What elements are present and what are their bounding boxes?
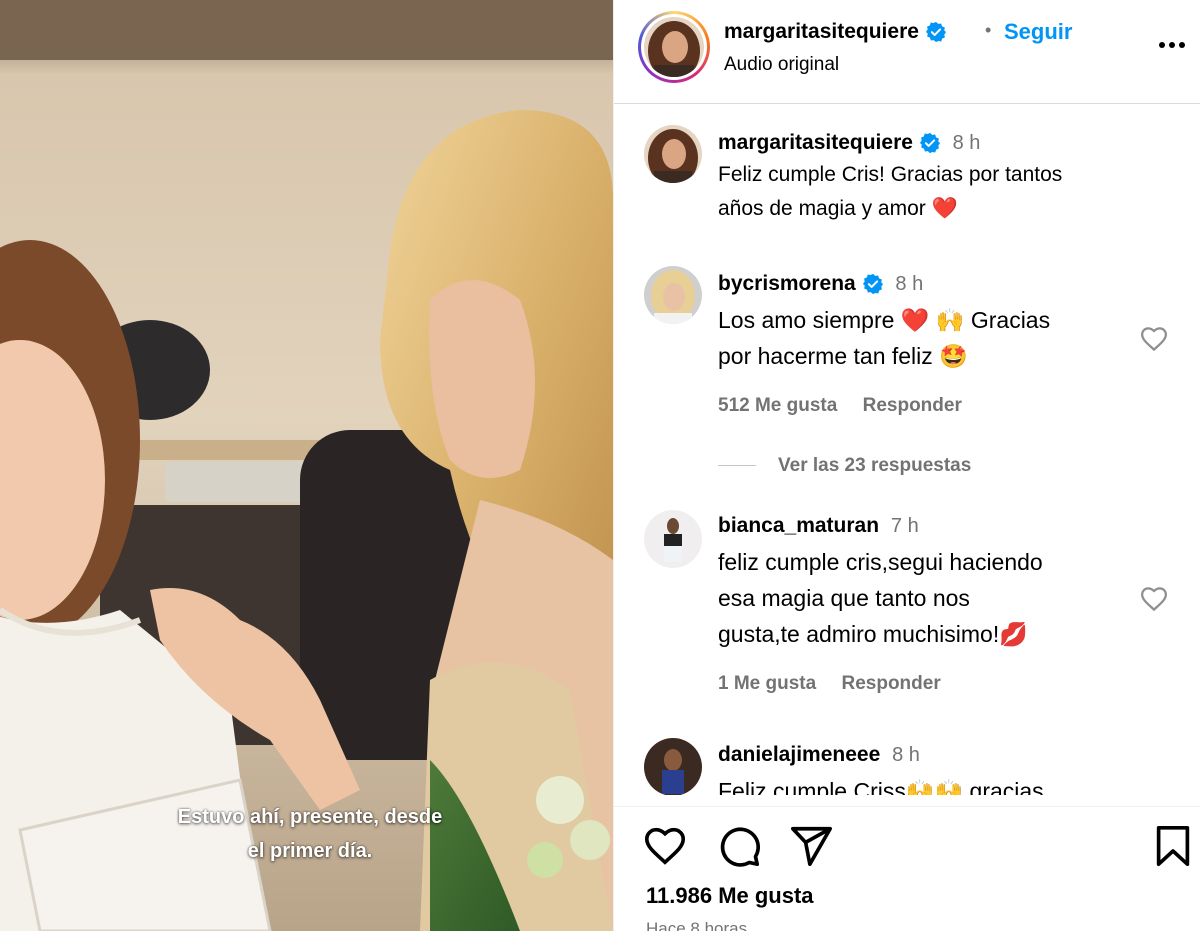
verified-badge-icon — [919, 133, 940, 154]
caption-text: Feliz cumple Cris! Gracias por tantos añ… — [718, 158, 1118, 226]
view-replies-text[interactable]: Ver las 23 respuestas — [778, 455, 971, 476]
post-likes-count[interactable]: 11.986 Me gusta — [646, 883, 814, 909]
comment-time[interactable]: 8 h — [892, 744, 920, 766]
more-options-icon[interactable] — [1154, 30, 1190, 60]
comment-likes[interactable]: 512 Me gusta — [718, 395, 837, 416]
post-time-ago: Hace 8 horas — [646, 919, 748, 931]
comment-username[interactable]: bycrismorena 8 h — [718, 272, 923, 296]
comment-avatar[interactable] — [644, 738, 702, 795]
subtitle-line-2: el primer día. — [247, 840, 373, 862]
replies-divider-line — [718, 465, 756, 467]
caption-time[interactable]: 8 h — [953, 132, 981, 154]
comment-text: Los amo siempre ❤️ 🙌 Gracias por hacerme… — [718, 302, 1118, 374]
comment-line-1: Feliz cumple Criss🙌🙌 gracias — [718, 778, 1044, 795]
header-separator: • — [985, 20, 992, 40]
caption-line-1: Feliz cumple Cris! Gracias por tantos — [718, 163, 1063, 186]
comment-meta: 512 Me gusta Responder — [718, 395, 982, 417]
comment-avatar[interactable] — [644, 510, 702, 568]
comment-like-heart-icon[interactable] — [1139, 324, 1169, 354]
instagram-post-view: Estuvo ahí, presente, desde el primer dí… — [0, 0, 1200, 931]
comment-text: Feliz cumple Criss🙌🙌 gracias — [718, 773, 1118, 795]
comment-time[interactable]: 7 h — [891, 515, 919, 537]
share-icon[interactable] — [788, 823, 834, 869]
caption-emoji: ❤️ — [931, 197, 958, 220]
author-username-text[interactable]: margaritasitequiere — [724, 20, 919, 43]
post-actions: 11.986 Me gusta Hace 8 horas — [614, 806, 1200, 931]
comment-likes[interactable]: 1 Me gusta — [718, 673, 816, 694]
caption-username-text[interactable]: margaritasitequiere — [718, 131, 913, 154]
comment-line-1: feliz cumple cris,segui haciendo — [718, 549, 1043, 575]
reply-button[interactable]: Responder — [841, 673, 940, 694]
follow-button[interactable]: Seguir — [1004, 19, 1072, 45]
video-frame-illustration — [0, 0, 613, 931]
post-side-panel: margaritasitequiere • Seguir Audio origi… — [613, 0, 1200, 931]
author-avatar-image — [644, 17, 704, 77]
comment-username[interactable]: danielajimeneee 8 h — [718, 743, 920, 767]
author-username[interactable]: margaritasitequiere — [724, 20, 947, 44]
comment-meta: 1 Me gusta Responder — [718, 673, 961, 695]
caption-avatar[interactable] — [644, 125, 702, 183]
comment-line-1: Los amo siempre ❤️ 🙌 Gracias — [718, 307, 1051, 333]
author-avatar[interactable] — [638, 11, 710, 83]
comment-like-heart-icon[interactable] — [1139, 584, 1169, 614]
comments-list[interactable]: margaritasitequiere 8 h Feliz cumple Cri… — [614, 105, 1200, 795]
view-replies-button[interactable]: Ver las 23 respuestas — [718, 455, 971, 477]
bookmark-icon[interactable] — [1150, 823, 1196, 869]
caption-line-2-text: años de magia y amor — [718, 197, 926, 220]
comment-username-text[interactable]: danielajimeneee — [718, 743, 880, 766]
caption-username[interactable]: margaritasitequiere 8 h — [718, 131, 980, 155]
caption-line-2: años de magia y amor ❤️ — [718, 192, 1118, 226]
post-header: margaritasitequiere • Seguir Audio origi… — [614, 0, 1200, 104]
comment-text: feliz cumple cris,segui haciendo esa mag… — [718, 544, 1118, 652]
comment-line-2: esa magia que tanto nos — [718, 585, 970, 611]
comment-username[interactable]: bianca_maturan 7 h — [718, 514, 919, 538]
comment-line-3: gusta,te admiro muchisimo!💋 — [718, 621, 1028, 647]
verified-badge-icon — [925, 22, 946, 43]
comment-avatar[interactable] — [644, 266, 702, 324]
comment-username-text[interactable]: bycrismorena — [718, 272, 856, 295]
comment-line-2: por hacerme tan feliz 🤩 — [718, 343, 968, 369]
video-subtitle: Estuvo ahí, presente, desde el primer dí… — [110, 800, 510, 868]
video-player[interactable]: Estuvo ahí, presente, desde el primer dí… — [0, 0, 613, 931]
reply-button[interactable]: Responder — [863, 395, 962, 416]
audio-link[interactable]: Audio original — [724, 54, 839, 76]
heart-icon[interactable] — [642, 823, 688, 869]
comment-icon[interactable] — [716, 823, 762, 869]
subtitle-line-1: Estuvo ahí, presente, desde — [177, 806, 443, 828]
verified-badge-icon — [862, 274, 883, 295]
comment-time[interactable]: 8 h — [895, 273, 923, 295]
comment-username-text[interactable]: bianca_maturan — [718, 514, 879, 537]
